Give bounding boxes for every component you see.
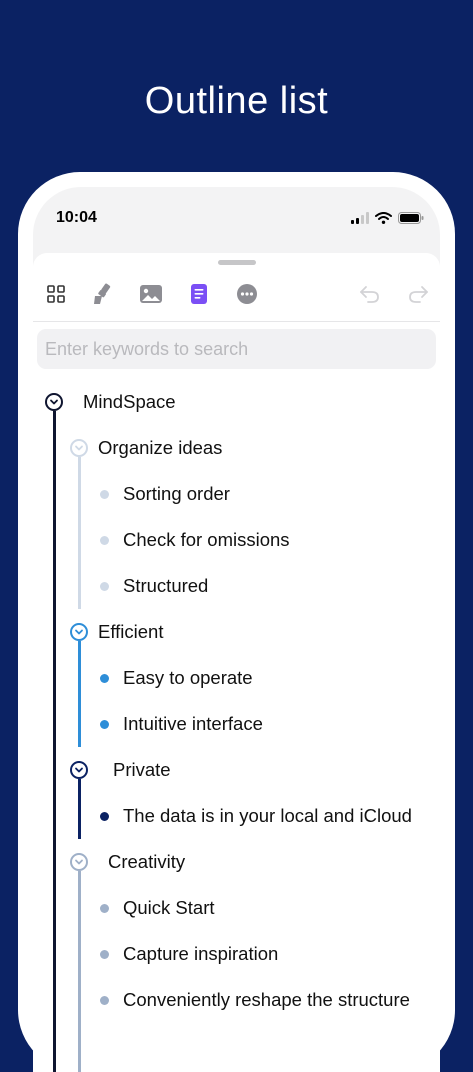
bullet-dot-icon [99,535,109,545]
root-branch-line [52,411,56,1072]
wifi-icon [375,211,392,229]
outline-node-item: Conveniently reshape the structure [123,989,410,1010]
outline-node-item: Check for omissions [123,529,290,550]
bullet-dot-icon [99,581,109,591]
bullet-dot-icon [99,995,109,1005]
outline-node-group: Creativity [108,851,186,872]
outline-node-item: Quick Start [123,897,215,918]
collapse-toggle-icon[interactable] [45,393,63,411]
outline-node-item: Sorting order [123,483,230,504]
status-bar: 10:04 [33,187,440,249]
collapse-toggle-icon[interactable] [70,761,88,779]
outline-node-group: Efficient [98,621,164,642]
outline-node-item: Intuitive interface [123,713,263,734]
signal-icon [351,211,369,229]
bullet-dot-icon [99,811,109,821]
collapse-toggle-icon[interactable] [70,439,88,457]
battery-icon [398,211,424,229]
outline-node-item: Easy to operate [123,667,253,688]
branch-line [77,779,81,839]
outline-node-item: Structured [123,575,209,596]
branch-line [77,457,81,609]
bullet-dot-icon [99,719,109,729]
hero-title: Outline list [144,80,329,122]
branch-line [77,871,81,1072]
bullet-dot-icon [99,673,109,683]
bullet-dot-icon [99,489,109,499]
outline-node-item: The data is in your local and iCloud [123,805,412,826]
bullet-dot-icon [99,903,109,913]
outline-list: MindSpace Organize ideas Sorting order Chec… [33,253,440,1072]
outline-sheet: MindSpace Organize ideas Sorting order Chec… [33,253,440,1072]
collapse-toggle-icon[interactable] [70,623,88,641]
outline-node-item: Capture inspiration [123,943,279,964]
status-time: 10:04 [56,209,97,226]
branch-line [77,641,81,747]
outline-node-group: Organize ideas [98,437,223,458]
outline-node-root: MindSpace [83,391,176,412]
collapse-toggle-icon[interactable] [70,853,88,871]
outline-node-group: Private [113,759,171,780]
phone-screen: 10:04 Enter keywords to search MindSpace… [33,187,440,1072]
status-icons [351,211,424,229]
bullet-dot-icon [99,949,109,959]
phone-frame: 10:04 Enter keywords to search MindSpace… [18,172,455,1072]
